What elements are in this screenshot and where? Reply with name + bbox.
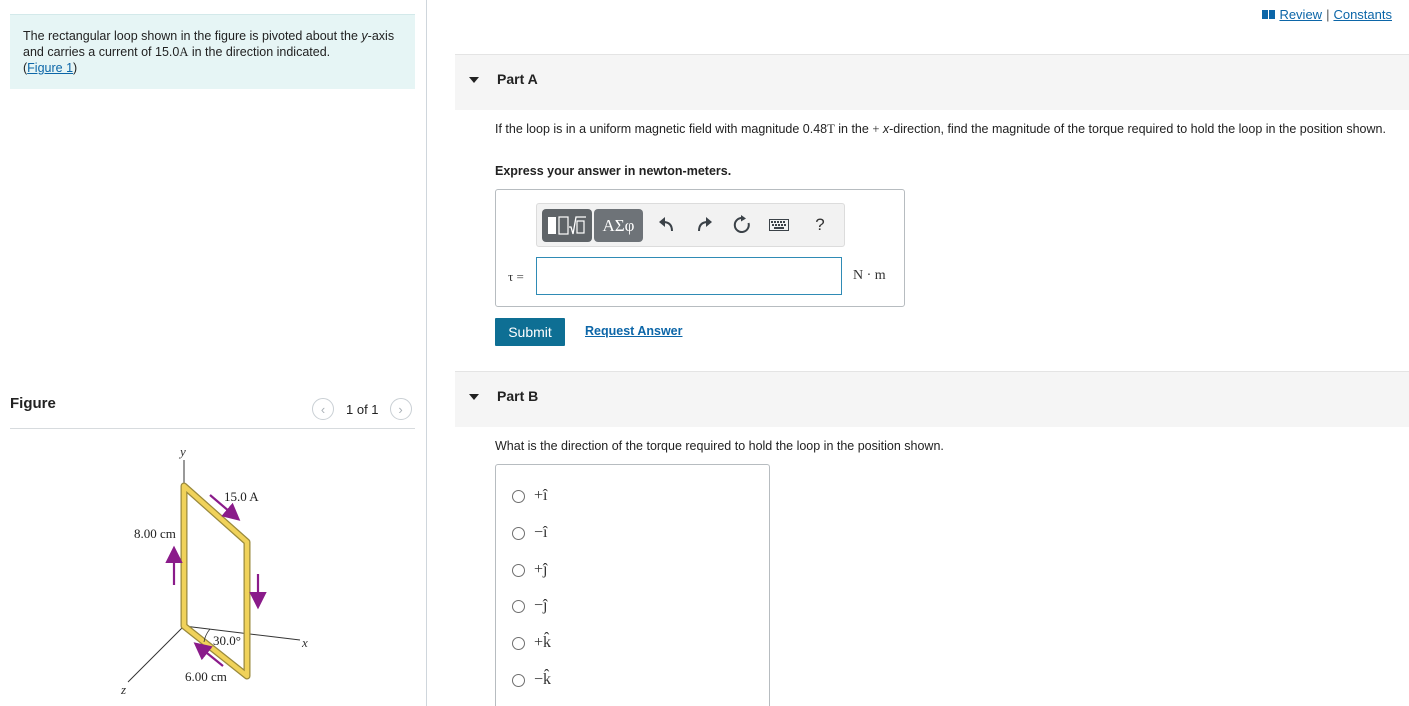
answer-input[interactable] — [536, 257, 842, 295]
x-variable: x — [879, 122, 890, 136]
constants-link[interactable]: Constants — [1333, 7, 1392, 22]
reset-icon[interactable] — [731, 214, 753, 236]
current-label: 15.0 A — [224, 489, 259, 504]
figure-link[interactable]: Figure 1 — [27, 61, 73, 75]
choice-label: −k̂ — [534, 671, 552, 688]
radio-button[interactable] — [512, 489, 525, 503]
z-axis-label: z — [120, 682, 126, 697]
choice-plus-j[interactable]: +ĵ — [512, 561, 547, 579]
radio-button[interactable] — [512, 599, 525, 613]
math-toolbar: ΑΣφ ? — [536, 203, 845, 247]
answer-box: ΑΣφ ? τ = N · m — [495, 189, 905, 307]
part-b-question: What is the direction of the torque requ… — [495, 439, 944, 453]
choice-label: +ĵ — [534, 561, 548, 578]
chevron-right-icon[interactable]: › — [389, 398, 412, 420]
part-a-instruction: Express your answer in newton-meters. — [495, 164, 732, 178]
part-b-label: Part B — [497, 388, 539, 404]
tau-label: τ = — [508, 269, 524, 284]
choice-minus-i[interactable]: −î — [512, 524, 547, 542]
radio-button[interactable] — [512, 636, 525, 650]
unit-label: N · m — [853, 268, 886, 283]
height-label: 8.00 cm — [134, 526, 176, 541]
choice-plus-i[interactable]: +î — [512, 487, 547, 505]
angle-label: 30.0° — [213, 633, 241, 648]
pager-text: 1 of 1 — [346, 401, 379, 417]
width-label: 6.00 cm — [185, 669, 227, 684]
templates-icon[interactable] — [542, 209, 592, 242]
part-a-header[interactable]: Part A — [455, 54, 1409, 110]
z-axis-line — [127, 625, 185, 683]
choice-plus-k[interactable]: +k̂ — [512, 634, 551, 652]
problem-text: in the direction indicated. — [188, 45, 331, 59]
separator: | — [1326, 7, 1330, 22]
collapse-triangle-icon[interactable] — [469, 394, 479, 400]
question-text: If the loop is in a uniform magnetic fie… — [495, 122, 828, 136]
choice-label: −ĵ — [534, 597, 548, 614]
loop-figure: y x z 15.0 A 8.00 cm 6.00 cm 30.0° — [120, 444, 308, 697]
y-axis-label: y — [178, 444, 186, 459]
figure-pager: ‹ 1 of 1 › — [312, 397, 412, 421]
choices-box: +î −î +ĵ −ĵ +k̂ −k̂ — [495, 464, 770, 706]
help-button[interactable]: ? — [811, 213, 829, 237]
problem-text: The rectangular loop shown in the figure… — [23, 29, 362, 43]
chevron-left-icon[interactable]: ‹ — [312, 398, 334, 420]
figure-title: Figure — [10, 395, 56, 412]
collapse-triangle-icon[interactable] — [469, 77, 479, 83]
paren: ) — [73, 61, 78, 75]
undo-icon[interactable] — [657, 215, 677, 235]
problem-statement: The rectangular loop shown in the figure… — [10, 14, 415, 89]
greek-letters-button[interactable]: ΑΣφ — [594, 209, 643, 242]
redo-icon[interactable] — [694, 215, 714, 235]
radio-button[interactable] — [512, 563, 525, 577]
radio-button[interactable] — [512, 526, 525, 540]
submit-button[interactable]: Submit — [495, 318, 565, 346]
choice-minus-j[interactable]: −ĵ — [512, 597, 547, 615]
x-axis-label: x — [301, 635, 308, 650]
question-text: -direction, find the magnitude of the to… — [889, 122, 1386, 136]
keyboard-icon[interactable] — [768, 217, 790, 233]
request-answer-link[interactable]: Request Answer — [585, 324, 682, 338]
tesla-unit: T — [827, 122, 835, 136]
review-link[interactable]: Review — [1279, 7, 1322, 22]
choice-label: −î — [534, 524, 548, 541]
choice-minus-k[interactable]: −k̂ — [512, 671, 551, 689]
part-a-question: If the loop is in a uniform magnetic fie… — [495, 121, 1395, 137]
choice-label: +k̂ — [534, 634, 552, 651]
review-links: Review | Constants — [1262, 7, 1392, 22]
book-icon — [1262, 10, 1276, 19]
divider — [10, 428, 415, 429]
part-a-label: Part A — [497, 71, 538, 87]
question-text: in the — [834, 122, 873, 136]
choice-label: +î — [534, 487, 548, 504]
radio-button[interactable] — [512, 673, 525, 687]
part-b-header[interactable]: Part B — [455, 371, 1409, 427]
left-panel: The rectangular loop shown in the figure… — [0, 0, 427, 706]
